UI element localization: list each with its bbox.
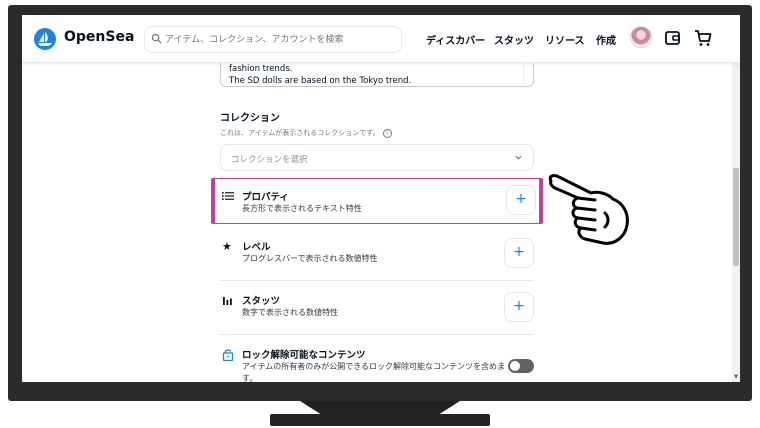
cart-icon[interactable] bbox=[693, 28, 713, 48]
description-line: fashion trends. bbox=[229, 64, 293, 74]
pointing-hand-icon bbox=[548, 174, 629, 245]
search-box[interactable] bbox=[144, 26, 402, 53]
lock-icon bbox=[222, 348, 234, 362]
trait-row-levels: ★ レベル プログレスバーで表示される数値特性 + bbox=[220, 229, 534, 281]
unlockable-subtitle: アイテムの所有者のみが公開できるロック解除可能なコンテンツを含めま bbox=[242, 362, 506, 371]
search-icon bbox=[151, 33, 162, 44]
description-line: The SD dolls are based on the Tokyo tren… bbox=[229, 76, 412, 86]
scroll-down-arrow-icon[interactable]: ▼ bbox=[733, 374, 739, 380]
trait-title: レベル bbox=[242, 242, 271, 253]
list-icon bbox=[222, 190, 234, 202]
brand-name[interactable]: OpenSea bbox=[64, 29, 134, 45]
toggle-knob bbox=[510, 361, 520, 371]
nav-discover[interactable]: ディスカバー bbox=[426, 32, 485, 47]
collection-select-placeholder: コレクションを選択 bbox=[231, 155, 308, 165]
trait-title: スタッツ bbox=[242, 296, 281, 307]
nav-resources[interactable]: リソース bbox=[545, 32, 585, 47]
unlockable-toggle[interactable] bbox=[508, 359, 534, 373]
trait-title: プロパティ bbox=[242, 192, 289, 203]
bar-chart-icon bbox=[222, 294, 234, 306]
info-icon[interactable]: i bbox=[382, 128, 392, 138]
page-scrollbar[interactable]: ▼ bbox=[732, 63, 740, 382]
chevron-down-icon bbox=[515, 155, 522, 160]
add-properties-button[interactable]: + bbox=[506, 185, 536, 215]
opensea-logo-icon[interactable] bbox=[34, 28, 56, 50]
collection-section: コレクション これは、アイテムが表示されるコレクションです。 i bbox=[220, 109, 534, 138]
trait-row-stats: スタッツ 数字で表示される数値特性 + bbox=[220, 283, 534, 335]
star-icon: ★ bbox=[222, 240, 232, 253]
top-navbar: OpenSea ディスカバー スタッツ リソース 作成 bbox=[22, 15, 740, 63]
wallet-icon[interactable] bbox=[663, 28, 683, 48]
trait-subtitle: 長方形で表示されるテキスト特性 bbox=[242, 204, 362, 213]
collection-subtitle-text: これは、アイテムが表示されるコレクションです。 bbox=[220, 129, 380, 137]
search-input[interactable] bbox=[165, 31, 395, 49]
trait-subtitle: プログレスバーで表示される数値特性 bbox=[242, 254, 378, 263]
unlockable-title: ロック解除可能なコンテンツ bbox=[242, 350, 366, 361]
collection-title: コレクション bbox=[220, 113, 280, 124]
trait-subtitle: 数字で表示される数値特性 bbox=[242, 308, 338, 317]
monitor-stand-neck bbox=[300, 401, 460, 415]
add-stats-button[interactable]: + bbox=[504, 292, 534, 322]
trait-row-properties: プロパティ 長方形で表示されるテキスト特性 + bbox=[211, 178, 543, 224]
add-levels-button[interactable]: + bbox=[504, 238, 534, 268]
scrollbar-thumb[interactable] bbox=[733, 168, 739, 266]
textarea-scrollbar[interactable] bbox=[523, 63, 532, 85]
nav-stats[interactable]: スタッツ bbox=[494, 32, 534, 47]
nav-create[interactable]: 作成 bbox=[596, 32, 616, 47]
description-textarea[interactable]: fashion trends. The SD dolls are based o… bbox=[220, 63, 534, 87]
collection-select[interactable]: コレクションを選択 bbox=[220, 144, 534, 171]
unlockable-content-row: ロック解除可能なコンテンツ アイテムの所有者のみが公開できるロック解除可能なコン… bbox=[220, 337, 534, 382]
collection-subtitle: これは、アイテムが表示されるコレクションです。 i bbox=[220, 128, 534, 138]
monitor-stand-base bbox=[270, 414, 490, 426]
avatar[interactable] bbox=[630, 26, 652, 48]
unlockable-subtitle-cont: す。 bbox=[242, 374, 258, 382]
monitor-frame: OpenSea ディスカバー スタッツ リソース 作成 bbox=[8, 5, 752, 401]
